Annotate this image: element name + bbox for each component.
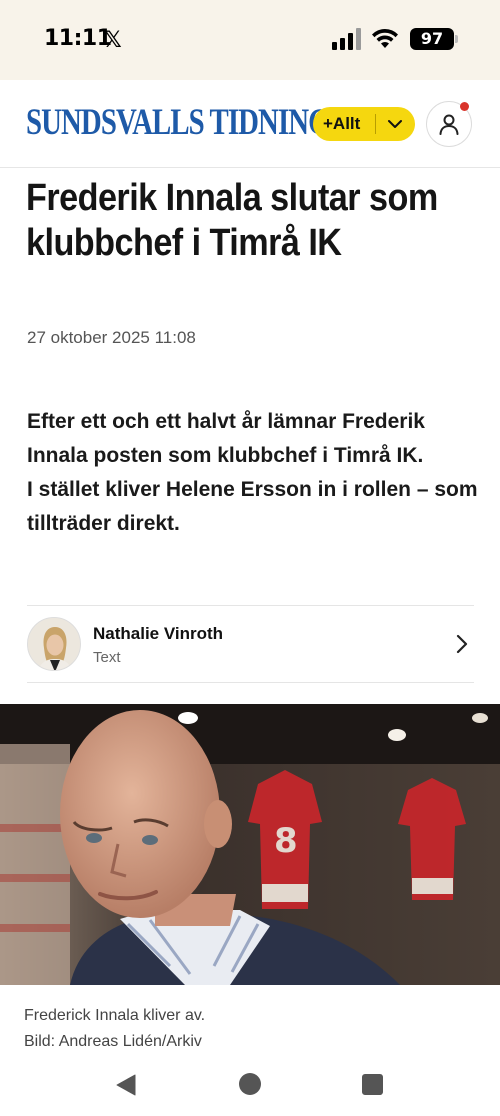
allt-label: +Allt — [323, 114, 361, 133]
notification-dot — [460, 102, 469, 111]
allt-button[interactable]: +Allt — [313, 107, 415, 141]
system-navigation-bar — [0, 1058, 500, 1116]
caption-text: Frederick Innala kliver av. — [24, 1007, 206, 1024]
svg-text:8: 8 — [274, 821, 298, 861]
author-avatar — [27, 617, 81, 671]
chevron-right-icon[interactable] — [452, 633, 472, 655]
author-name: Nathalie Vinroth — [93, 624, 224, 643]
lead-paragraph: I stället kliver Helene Ersson in i roll… — [27, 478, 478, 535]
author-role: Text — [93, 649, 121, 666]
chevron-down-icon[interactable] — [376, 107, 414, 141]
wifi-icon — [372, 28, 398, 48]
image-caption: Frederick Innala kliver av. Bild: Andrea… — [24, 1003, 205, 1055]
site-header: SUNDSVALLS TIDNING +Allt — [0, 80, 500, 168]
caption-credit: Bild: Andreas Lidén/Arkiv — [24, 1033, 202, 1050]
status-bar: 11:11 𝕏 97 — [0, 0, 500, 80]
lead-paragraph: Efter ett och ett halvt år lämnar Freder… — [27, 410, 425, 467]
signal-icon — [332, 28, 362, 50]
site-logo[interactable]: SUNDSVALLS TIDNING — [26, 101, 331, 144]
account-icon — [439, 114, 459, 135]
back-icon[interactable] — [114, 1073, 138, 1097]
article-hero-image[interactable]: 8 — [0, 704, 500, 985]
battery-icon: 97 — [410, 28, 454, 50]
home-icon[interactable] — [239, 1073, 261, 1095]
recents-icon[interactable] — [362, 1074, 383, 1095]
article-lead: Efter ett och ett halvt år lämnar Freder… — [27, 405, 479, 541]
status-time: 11:11 — [44, 26, 112, 51]
battery-tip — [455, 35, 458, 43]
article-date: 27 oktober 2025 11:08 — [27, 328, 196, 347]
article-headline: Frederik Innala slutar som klubbchef i T… — [26, 177, 438, 264]
x-app-icon: 𝕏 — [104, 28, 122, 53]
author-byline[interactable]: Nathalie Vinroth Text — [27, 605, 474, 683]
